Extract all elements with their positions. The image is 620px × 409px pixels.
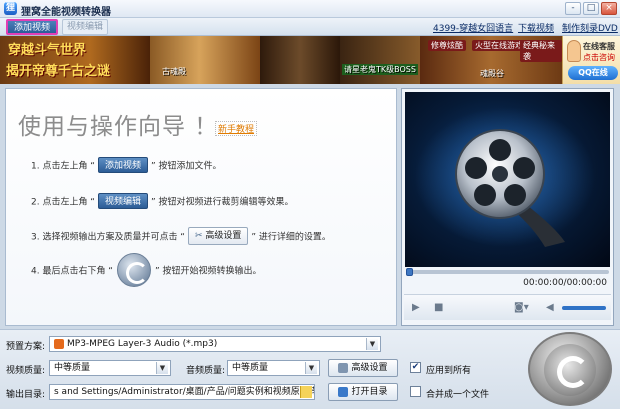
seek-bar[interactable] xyxy=(406,268,609,276)
video-screen[interactable] xyxy=(405,92,610,267)
guide-panel: 使用与操作向导 ！ 新手教程 1. 点击左上角 “添加视频” 按钮添加文件。 2… xyxy=(5,88,397,326)
stop-icon[interactable]: ■ xyxy=(434,302,443,313)
game-link[interactable]: 4399-穿越女囧语言 xyxy=(433,21,513,34)
step3-text-pre: 3. 选择视频输出方案及质量并可点击 “ xyxy=(31,232,185,243)
chevron-down-icon: ▼ xyxy=(366,338,378,350)
player-controls: ▶ ■ ◙▾ ◀ xyxy=(404,294,611,320)
mp3-file-icon xyxy=(54,338,64,349)
guide-step-4: 4. 最后点击右下角 “ ” 按钮开始视频转换输出。 xyxy=(31,253,262,287)
step4-text-post: ” 按钮开始视频转换输出。 xyxy=(154,266,262,277)
step2-text-pre: 2. 点击左上角 “ xyxy=(31,197,95,208)
guide-step-1: 1. 点击左上角 “添加视频” 按钮添加文件。 xyxy=(31,157,222,173)
minimize-button[interactable]: - xyxy=(565,2,581,15)
audio-quality-select[interactable]: 中等质量 ▼ xyxy=(227,360,320,376)
ad-banner[interactable]: 穿越斗气世界 揭开帝尊千古之谜 古魂殿 请星老鬼TK级BOSS 修尊炫酷 火型在… xyxy=(0,36,620,84)
step1-text-pre: 1. 点击左上角 “ xyxy=(31,161,95,172)
title-bar: 狸 狸窝全能视频转换器 - □ × xyxy=(0,0,620,18)
guide-step-3: 3. 选择视频输出方案及质量并可点击 “✂ 高级设置” 进行详细的设置。 xyxy=(31,227,331,245)
banner-headline-2: 揭开帝尊千古之谜 xyxy=(6,64,111,79)
volume-icon[interactable]: ◀ xyxy=(546,302,554,313)
time-display: 00:00:00/00:00:00 xyxy=(523,278,607,288)
step4-text-pre: 4. 最后点击右下角 “ xyxy=(31,266,113,277)
output-dir-label: 输出目录: xyxy=(6,390,46,400)
step3-text-post: ” 进行详细的设置。 xyxy=(251,232,331,243)
audio-quality-value: 中等质量 xyxy=(232,363,269,373)
play-icon[interactable]: ▶ xyxy=(412,302,420,313)
banner-menu-2: 火型在线游戏 xyxy=(472,40,526,51)
banner-label-1: 古魂殿 xyxy=(162,67,186,76)
output-settings: 预置方案: MP3-MPEG Layer-3 Audio (*.mp3) ▼ 视… xyxy=(0,329,620,409)
start-convert-button[interactable] xyxy=(528,332,612,406)
step3-btn-label: 高级设置 xyxy=(205,231,242,241)
volume-slider[interactable] xyxy=(562,306,606,310)
service-avatar-icon xyxy=(567,40,581,62)
banner-menu-3: 经典秘来袭 xyxy=(520,40,562,62)
beginner-tutorial-link[interactable]: 新手教程 xyxy=(215,121,258,136)
chevron-down-icon: ▼ xyxy=(305,362,317,374)
step2-video-edit-button[interactable]: 视频编辑 xyxy=(97,193,148,209)
merge-files-label: 合并成一个文件 xyxy=(426,390,490,400)
service-title: 在线客服 xyxy=(583,42,615,51)
maximize-button[interactable]: □ xyxy=(583,2,599,15)
online-service-panel[interactable]: 在线客服 点击咨询 QQ在线 xyxy=(562,36,620,84)
service-consult-link[interactable]: 点击咨询 xyxy=(583,52,615,63)
open-directory-button[interactable]: 打开目录 xyxy=(328,383,398,401)
folder-icon[interactable] xyxy=(300,386,312,398)
video-quality-label: 视频质量: xyxy=(6,366,46,376)
advanced-settings-label: 高级设置 xyxy=(351,363,388,373)
app-logo-icon: 狸 xyxy=(4,2,17,15)
apply-all-checkbox[interactable]: ✔ xyxy=(410,362,421,373)
output-dir-value: s and Settings/Administrator/桌面/产品/问题实例和… xyxy=(54,387,315,397)
step3-advanced-settings-button[interactable]: ✂ 高级设置 xyxy=(187,227,249,245)
close-button[interactable]: × xyxy=(601,2,617,15)
apply-all-label: 应用到所有 xyxy=(426,366,472,376)
snapshot-camera-icon[interactable]: ◙▾ xyxy=(514,302,529,313)
banner-character xyxy=(260,36,340,84)
banner-art-left: 穿越斗气世界 揭开帝尊千古之谜 xyxy=(0,36,150,84)
banner-headline-1: 穿越斗气世界 xyxy=(8,43,87,58)
wrench-icon: ✂ xyxy=(194,231,206,241)
video-edit-button[interactable]: 视频编辑 xyxy=(62,19,108,35)
advanced-settings-button[interactable]: 高级设置 xyxy=(328,359,398,377)
step1-text-post: ” 按钮添加文件。 xyxy=(151,161,222,172)
add-video-button[interactable]: 添加视频 xyxy=(6,19,58,35)
step4-convert-icon[interactable] xyxy=(116,253,151,287)
video-quality-value: 中等质量 xyxy=(54,363,91,373)
video-preview-panel: 00:00:00/00:00:00 ▶ ■ ◙▾ ◀ xyxy=(401,88,614,326)
open-directory-label: 打开目录 xyxy=(351,387,388,397)
film-reel-icon xyxy=(415,107,595,247)
seek-knob[interactable] xyxy=(406,268,413,276)
banner-art-far: 修尊炫酷 火型在线游戏 经典秘来袭 魂殿谷 xyxy=(420,36,562,84)
step1-add-video-button[interactable]: 添加视频 xyxy=(97,157,148,173)
banner-art-right: 请星老鬼TK级BOSS xyxy=(340,36,420,84)
guide-step-2: 2. 点击左上角 “视频编辑” 按钮对视频进行裁剪编辑等效果。 xyxy=(31,193,294,209)
preset-select[interactable]: MP3-MPEG Layer-3 Audio (*.mp3) ▼ xyxy=(49,336,381,352)
merge-files-checkbox[interactable] xyxy=(410,386,421,397)
banner-ad-bar: 请星老鬼TK级BOSS xyxy=(342,64,418,75)
chevron-down-icon: ▼ xyxy=(156,362,168,374)
output-dir-input[interactable]: s and Settings/Administrator/桌面/产品/问题实例和… xyxy=(49,384,315,400)
preset-label: 预置方案: xyxy=(6,342,46,352)
burn-dvd-link[interactable]: 制作刻录DVD xyxy=(562,21,618,34)
wrench-icon xyxy=(338,362,349,373)
qq-online-button[interactable]: QQ在线 xyxy=(568,66,618,80)
audio-quality-label: 音频质量: xyxy=(186,366,226,376)
download-video-link[interactable]: 下载视频 xyxy=(518,21,554,34)
banner-menu-1: 修尊炫酷 xyxy=(428,40,466,51)
guide-title: 使用与操作向导 ！ xyxy=(18,114,219,140)
preset-value: MP3-MPEG Layer-3 Audio (*.mp3) xyxy=(67,339,218,349)
banner-art-center: 古魂殿 xyxy=(150,36,260,84)
window-title: 狸窝全能视频转换器 xyxy=(21,7,111,18)
menu-bar: 添加视频 视频编辑 4399-穿越女囧语言 下载视频 制作刻录DVD xyxy=(0,18,620,36)
video-quality-select[interactable]: 中等质量 ▼ xyxy=(49,360,171,376)
banner-label-2: 魂殿谷 xyxy=(480,69,504,78)
step2-text-post: ” 按钮对视频进行裁剪编辑等效果。 xyxy=(151,197,294,208)
folder-open-icon xyxy=(338,386,349,397)
